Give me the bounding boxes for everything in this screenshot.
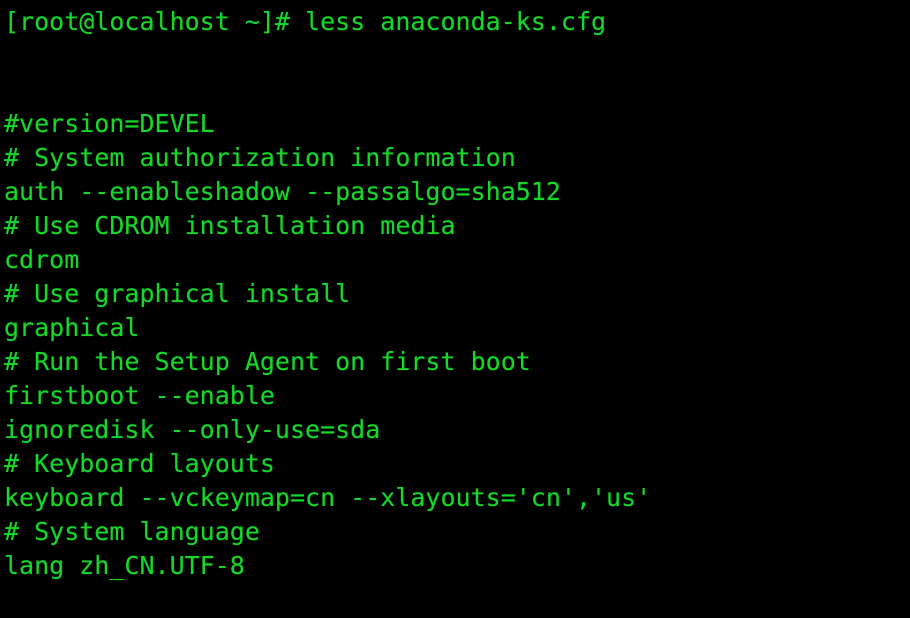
terminal-line-auth-directive: auth --enableshadow --passalgo=sha512 <box>4 177 561 206</box>
terminal-screen-buffer: [root@localhost ~]# [root@localhost ~]# … <box>4 0 910 583</box>
terminal-line-comment-firstboot: # Run the Setup Agent on first boot <box>4 347 531 376</box>
terminal-line-comment-keyboard: # Keyboard layouts <box>4 449 275 478</box>
terminal-line-comment-cdrom: # Use CDROM installation media <box>4 211 456 240</box>
terminal-line-version-directive: #version=DEVEL <box>4 109 215 138</box>
terminal-line-graphical-directive: graphical <box>4 313 140 342</box>
terminal-line-comment-language: # System language <box>4 517 260 546</box>
terminal-line-comment-auth: # System authorization information <box>4 143 516 172</box>
terminal-line-lang-directive: lang zh_CN.UTF-8 <box>4 551 245 580</box>
terminal-window[interactable]: [root@localhost ~]# [root@localhost ~]# … <box>0 0 910 618</box>
terminal-line-firstboot-directive: firstboot --enable <box>4 381 275 410</box>
terminal-line-prompt-command: [root@localhost ~]# less anaconda-ks.cfg <box>4 7 607 36</box>
terminal-line-comment-graphical: # Use graphical install <box>4 279 351 308</box>
terminal-line-cdrom-directive: cdrom <box>4 245 80 274</box>
terminal-line-keyboard-directive: keyboard --vckeymap=cn --xlayouts='cn','… <box>4 483 652 512</box>
terminal-line-ignoredisk-directive: ignoredisk --only-use=sda <box>4 415 381 444</box>
